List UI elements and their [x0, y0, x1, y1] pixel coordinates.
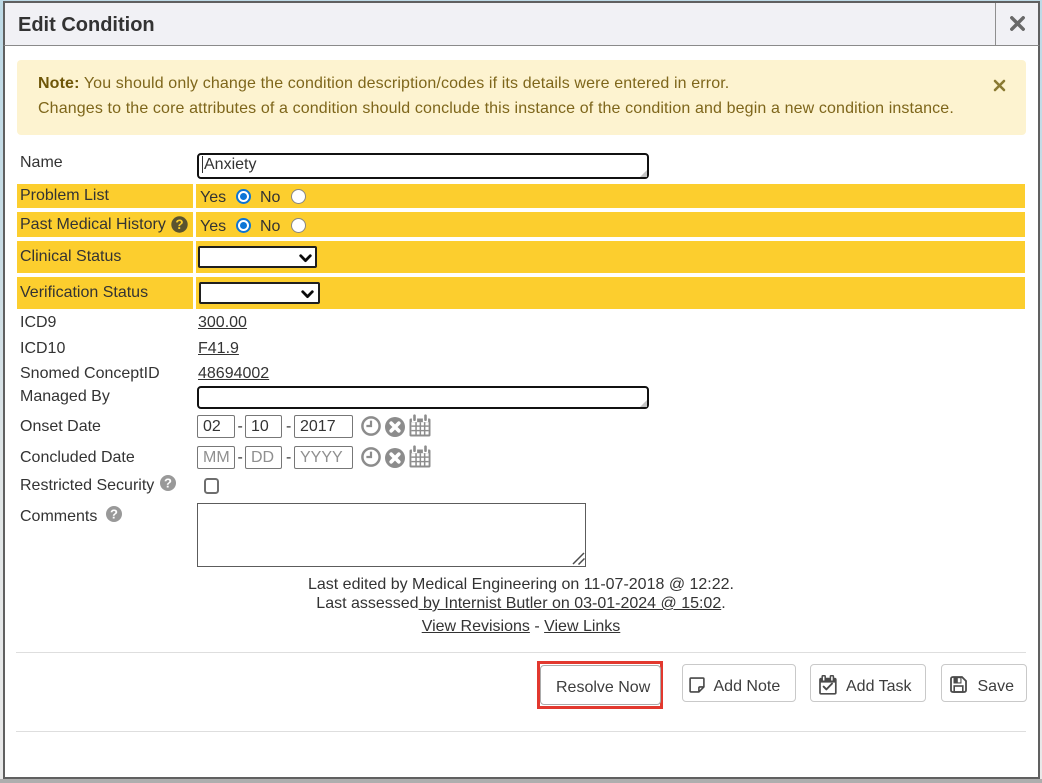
- svg-text:?: ?: [164, 475, 172, 490]
- svg-text:?: ?: [110, 506, 118, 521]
- svg-text:?: ?: [175, 217, 183, 232]
